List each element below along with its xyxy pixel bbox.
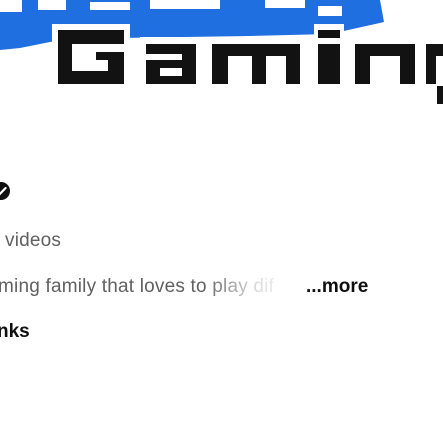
description-more-button[interactable]: ...more: [306, 276, 368, 298]
channel-page: videos ming family that loves to play di…: [0, 0, 443, 443]
verified-check-icon: [0, 181, 11, 201]
channel-banner-art: [0, 0, 443, 110]
channel-description[interactable]: ming family that loves to play dif: [0, 276, 298, 298]
channel-links[interactable]: nks: [0, 321, 30, 343]
video-count: videos: [5, 230, 62, 251]
